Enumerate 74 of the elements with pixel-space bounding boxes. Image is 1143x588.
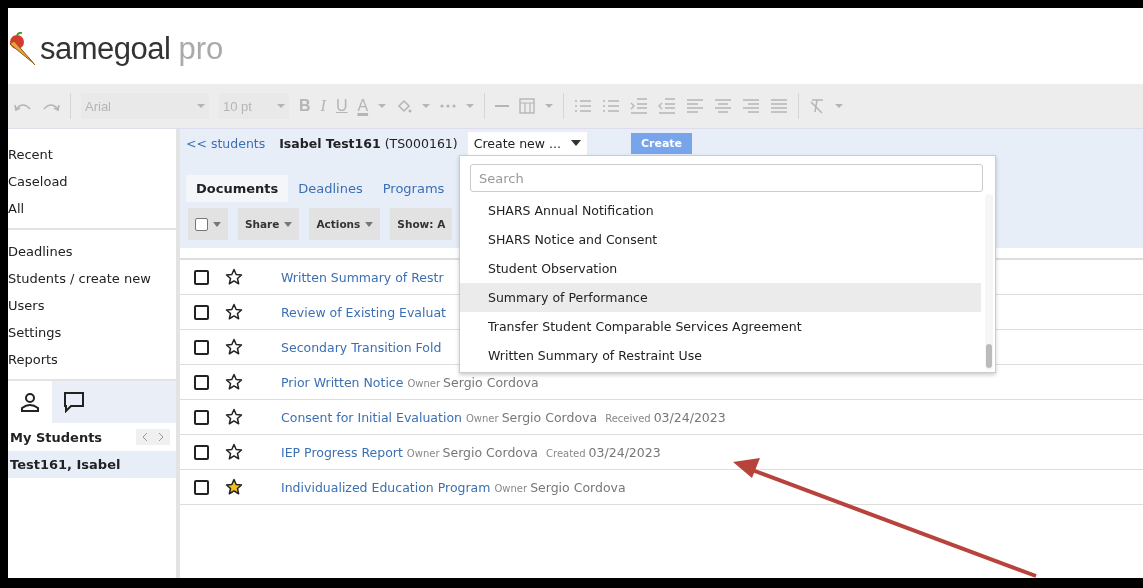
person-icon <box>21 392 39 412</box>
logo-icon <box>8 32 38 66</box>
caret-icon <box>213 221 221 227</box>
caret-icon <box>277 103 285 109</box>
document-link[interactable]: Prior Written Notice <box>281 374 404 390</box>
star-icon[interactable] <box>225 408 243 426</box>
panel-tab[interactable] <box>8 381 52 423</box>
row-checkbox[interactable] <box>194 444 209 460</box>
menu-item[interactable]: SHARS Notice and Consent <box>460 225 981 254</box>
owner-label: Owner <box>406 447 440 459</box>
nav-link[interactable]: Recent <box>8 141 176 168</box>
search-field[interactable]: Search <box>470 164 983 192</box>
owner-label: Owner <box>407 377 441 389</box>
previous-icon[interactable] <box>142 432 148 442</box>
row-checkbox[interactable] <box>194 374 209 390</box>
back-link[interactable]: << students <box>186 135 266 151</box>
scrollbar[interactable] <box>985 194 993 370</box>
document-date: 03/24/2023 <box>588 444 661 460</box>
date-label: Created <box>546 447 586 459</box>
action-button[interactable]: Share <box>238 208 300 240</box>
menu-item[interactable]: Student Observation <box>460 254 981 283</box>
row-checkbox[interactable] <box>194 339 209 355</box>
document-link[interactable]: Secondary Transition Fold <box>281 339 442 355</box>
owner-label: Owner <box>494 482 528 494</box>
row-checkbox[interactable] <box>194 409 209 425</box>
menu-item[interactable]: Written Summary of Restraint Use <box>460 341 981 370</box>
menu-item[interactable]: Transfer Student Comparable Services Agreement <box>460 312 981 341</box>
star-icon[interactable] <box>225 478 243 496</box>
owner-name: Sergio Cordova <box>501 409 598 425</box>
create-select[interactable]: Create new ... <box>467 131 587 155</box>
pager[interactable] <box>136 429 170 445</box>
star-icon[interactable] <box>225 373 243 391</box>
caret-icon <box>197 103 205 109</box>
owner-name: Sergio Cordova <box>530 479 626 495</box>
menu-item[interactable]: Summary of Performance <box>460 283 981 312</box>
date-label: Received <box>605 412 651 424</box>
row-checkbox[interactable] <box>194 304 209 320</box>
tab[interactable]: Deadlines <box>288 175 373 202</box>
nav-link[interactable]: Users <box>8 292 176 319</box>
row-checkbox[interactable] <box>194 269 209 285</box>
nav-link[interactable]: Reports <box>8 346 176 373</box>
owner-label: Owner <box>466 412 499 424</box>
next-icon[interactable] <box>158 432 164 442</box>
nav-link[interactable]: Settings <box>8 319 176 346</box>
row-checkbox[interactable] <box>194 479 209 495</box>
nav-link[interactable]: Caseload <box>8 168 176 195</box>
document-date: 03/24/2023 <box>653 409 726 425</box>
list-title: My Students <box>10 429 103 445</box>
owner-name: Sergio Cordova <box>443 374 539 390</box>
nav-link[interactable]: Students / create new <box>8 265 176 292</box>
star-icon[interactable] <box>225 303 243 321</box>
tab[interactable]: Documents <box>186 175 289 202</box>
logo-name: samegoal <box>40 31 171 67</box>
document-link[interactable]: IEP Progress Report <box>281 444 403 460</box>
document-link[interactable]: Review of Existing Evaluat <box>281 304 446 320</box>
star-icon[interactable] <box>225 338 243 356</box>
document-link[interactable]: Consent for Initial Evaluation <box>281 409 462 425</box>
select-all-dropdown[interactable] <box>188 208 228 240</box>
star-icon[interactable] <box>225 268 243 286</box>
document-link[interactable]: Individualized Education Program <box>281 479 491 495</box>
chat-icon <box>63 391 85 413</box>
student-item[interactable]: Test161, Isabel <box>8 451 176 478</box>
document-link[interactable]: Written Summary of Restr <box>281 269 444 285</box>
menu-item[interactable]: SHARS Annual Notification <box>460 196 981 225</box>
nav-link[interactable]: Deadlines <box>8 238 176 265</box>
star-icon[interactable] <box>225 443 243 461</box>
owner-name: Sergio Cordova <box>442 444 539 460</box>
logo-suffix: pro <box>178 31 224 67</box>
action-button[interactable]: Actions <box>309 208 381 240</box>
tab[interactable]: Programs <box>372 175 455 202</box>
caret-icon <box>570 140 581 146</box>
action-button[interactable]: Show: A <box>390 208 453 240</box>
student-name: Isabel Test161 (TS000161) <box>279 135 458 151</box>
nav-link[interactable]: All <box>8 195 176 222</box>
